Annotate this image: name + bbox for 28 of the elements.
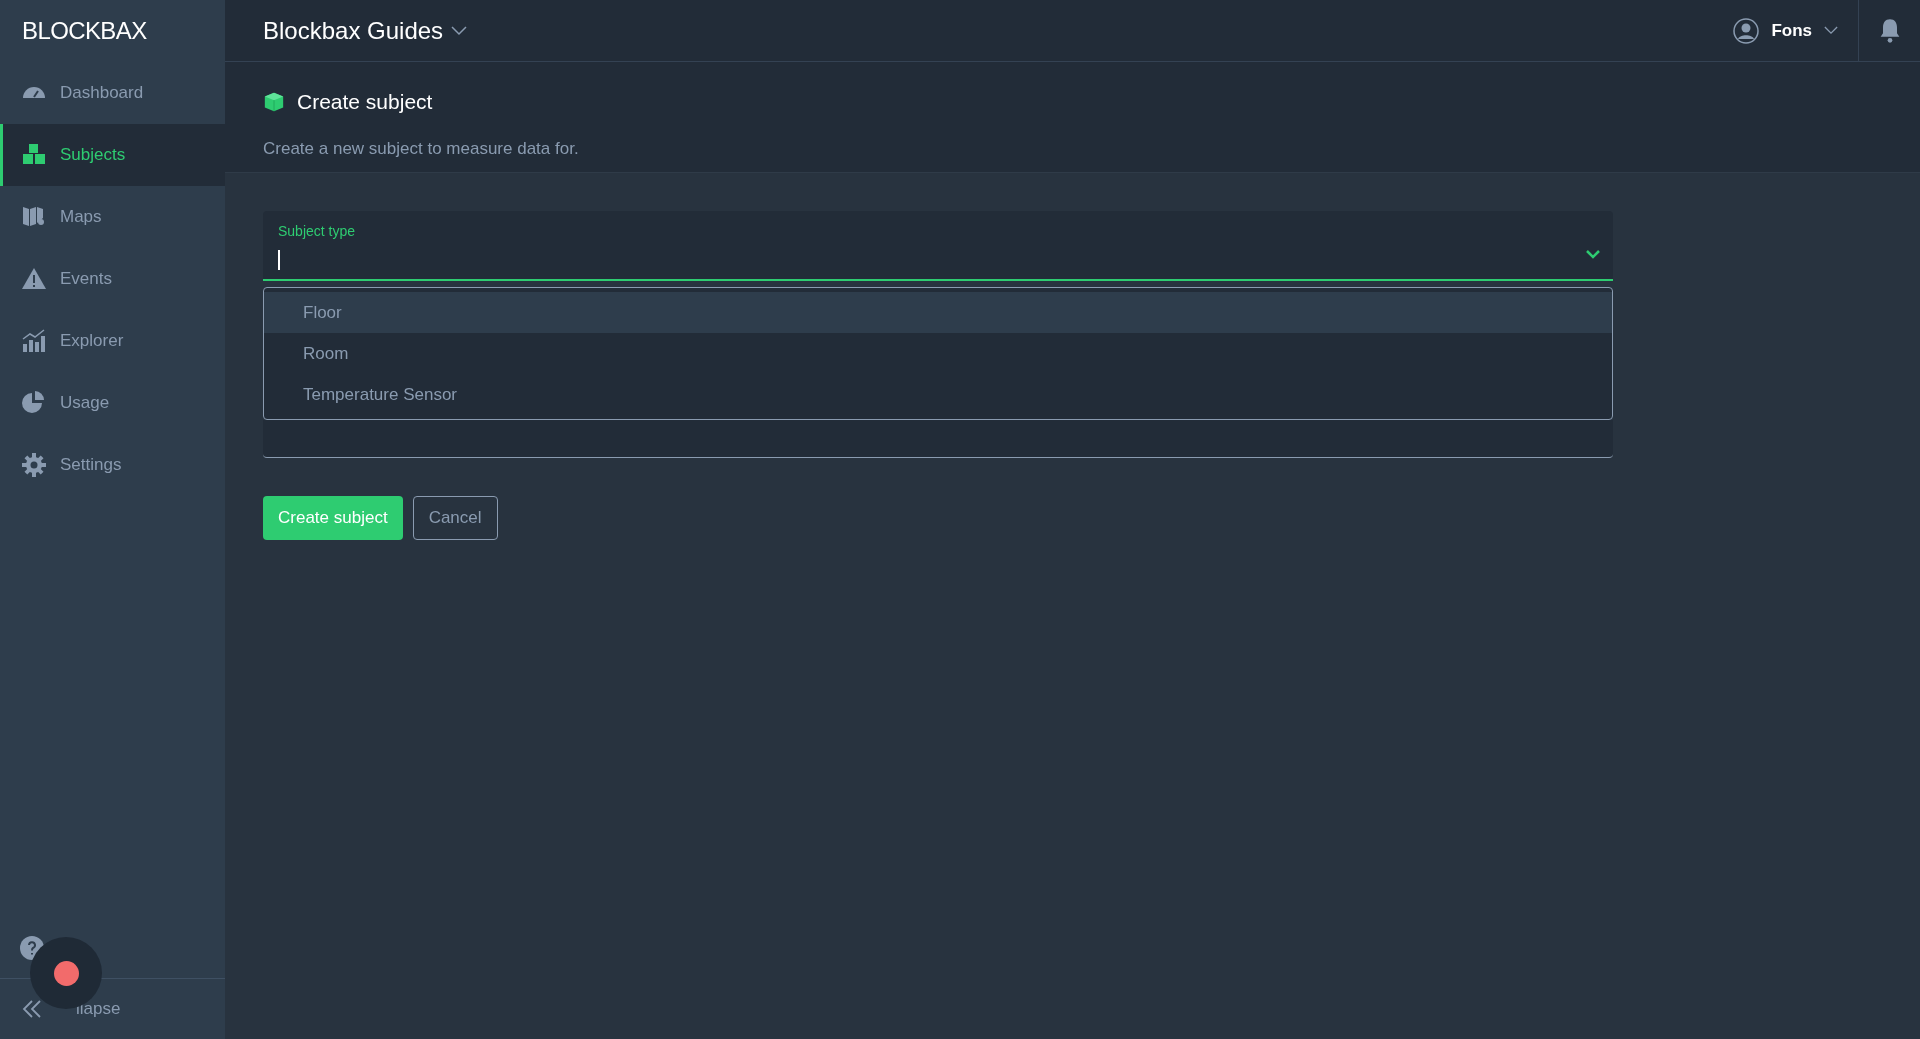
- sidebar-item[interactable]: Events: [0, 248, 225, 310]
- dropdown-option[interactable]: Floor: [264, 292, 1612, 333]
- chevron-down-icon: [451, 25, 468, 36]
- dropdown-option[interactable]: Room: [264, 333, 1612, 374]
- sidebar-item[interactable]: Subjects: [0, 124, 225, 186]
- user-menu[interactable]: Fons: [1733, 17, 1838, 44]
- project-dropdown[interactable]: Blockbax Guides: [263, 12, 468, 49]
- warning-icon: [21, 266, 47, 292]
- chevron-down-icon: [1585, 249, 1601, 259]
- sidebar-item[interactable]: Explorer: [0, 310, 225, 372]
- text-cursor: [278, 250, 280, 270]
- logo: BLOCKBAX: [21, 16, 148, 46]
- sidebar-item[interactable]: Settings: [0, 434, 225, 496]
- cancel-button[interactable]: Cancel: [412, 496, 498, 540]
- cube-icon: [263, 90, 285, 113]
- user-avatar-icon: [1733, 17, 1760, 44]
- chevron-down-icon: [1824, 26, 1838, 35]
- bar-chart-icon: [21, 328, 47, 354]
- pie-chart-icon: [21, 390, 47, 416]
- settings-icon: [21, 452, 47, 478]
- sidebar-item[interactable]: Maps: [0, 186, 225, 248]
- sidebar-item[interactable]: Usage: [0, 372, 225, 434]
- page-title: Create subject: [297, 89, 433, 115]
- sidebar-item[interactable]: Dashboard: [0, 62, 225, 124]
- page-description: Create a new subject to measure data for.: [263, 137, 580, 160]
- create-button[interactable]: Create subject: [263, 496, 403, 540]
- subject-type-field[interactable]: Subject type: [263, 211, 1613, 281]
- dropdown-option[interactable]: Temperature Sensor: [264, 374, 1612, 415]
